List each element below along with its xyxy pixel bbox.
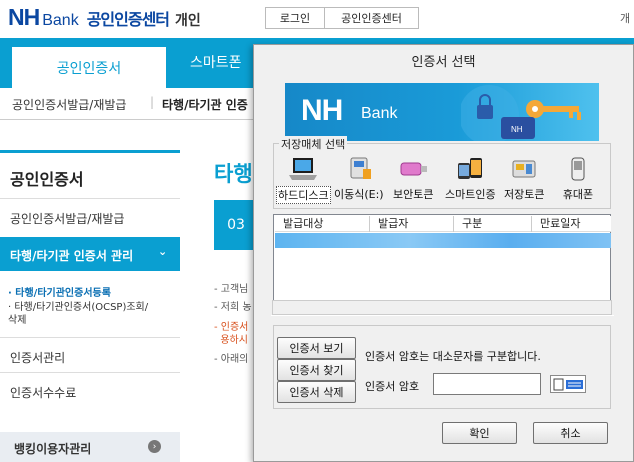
sidebar-subitem-register[interactable]: · 타행/타기관인증서등록 bbox=[8, 284, 111, 299]
find-certificate-button[interactable]: 인증서 찾기 bbox=[277, 359, 356, 381]
storage-token-icon bbox=[512, 160, 536, 178]
sidebar-title: 공인인증서 bbox=[0, 150, 180, 198]
svg-text:NH: NH bbox=[511, 125, 523, 134]
media-label: 이동식(E:) bbox=[334, 188, 384, 201]
sidebar-item-label: 타행/타기관 인증서 관리 bbox=[10, 249, 134, 263]
logo-nh: NH bbox=[8, 4, 40, 30]
service-name: 공인인증센터 bbox=[86, 10, 170, 29]
top-extra-text: 개 bbox=[620, 12, 631, 25]
sidebar-subitem-ocsp-label: · 타행/타기관인증서(OCSP)조회/ 삭제 bbox=[8, 302, 149, 326]
ok-button[interactable]: 확인 bbox=[442, 422, 517, 444]
password-hint: 인증서 암호는 대소문자를 구분합니다. bbox=[365, 350, 541, 363]
security-token-icon bbox=[400, 162, 428, 176]
certificate-row-selected[interactable] bbox=[275, 233, 611, 248]
nh-bank-banner: NH Bank NH bbox=[285, 83, 599, 141]
column-header-subject[interactable]: 발급대상 bbox=[275, 216, 370, 232]
sidebar-item-fee[interactable]: 인증서수수료 bbox=[10, 384, 76, 401]
breadcrumb-item-issue[interactable]: 공인인증서발급/재발급 bbox=[12, 96, 126, 113]
divider bbox=[0, 372, 180, 373]
nh-bank-logo[interactable]: NH Bank 공인인증센터 개인 bbox=[8, 4, 201, 30]
main-text-line: - 고객님 bbox=[214, 284, 249, 295]
arrow-right-icon: › bbox=[148, 440, 161, 453]
tab-smartphone[interactable]: 스마트폰 bbox=[190, 52, 242, 72]
media-harddisk[interactable]: 하드디스크 bbox=[276, 155, 331, 204]
key-lock-illustration-icon: NH bbox=[461, 85, 581, 141]
breadcrumb-item-other-bank[interactable]: 타행/타기관 인증 bbox=[162, 96, 248, 113]
sidebar-item-issue[interactable]: 공인인증서발급/재발급 bbox=[10, 210, 124, 227]
sidebar-item-other-bank[interactable]: 타행/타기관 인증서 관리 ⌄ bbox=[0, 237, 180, 271]
laptop-icon bbox=[289, 158, 318, 180]
column-header-expiry[interactable]: 만료일자 bbox=[532, 216, 611, 232]
main-text-line: - 저희 농 bbox=[214, 302, 252, 313]
divider bbox=[0, 198, 180, 199]
horizontal-scrollbar[interactable] bbox=[272, 300, 612, 315]
media-label: 저장토큰 bbox=[504, 188, 545, 201]
dialog-title[interactable]: 인증서 선택 bbox=[254, 45, 633, 75]
view-certificate-button[interactable]: 인증서 보기 bbox=[277, 337, 356, 359]
media-storage-token[interactable]: 저장토큰 bbox=[504, 155, 544, 202]
sidebar-title-text: 공인인증서 bbox=[10, 170, 84, 189]
media-label: 보안토큰 bbox=[393, 188, 434, 201]
cert-center-button[interactable]: 공인인증센터 bbox=[324, 7, 419, 29]
tab-certificate[interactable]: 공인인증서 bbox=[12, 47, 166, 88]
keyboard-icon bbox=[553, 378, 583, 391]
logo-bank: Bank bbox=[42, 12, 79, 29]
divider bbox=[0, 337, 180, 338]
main-text-line: - 아래의 bbox=[214, 354, 249, 365]
page-title: 타행 bbox=[214, 162, 253, 186]
password-label: 인증서 암호 bbox=[365, 380, 420, 393]
column-header-issuer[interactable]: 발급자 bbox=[370, 216, 454, 232]
media-removable[interactable]: 이동식(E:) bbox=[334, 155, 384, 202]
mode-label: 개인 bbox=[175, 13, 201, 29]
divider bbox=[271, 315, 614, 316]
media-label: 휴대폰 bbox=[562, 188, 594, 201]
sidebar-banking-user-label: 뱅킹이용자관리 bbox=[14, 442, 92, 456]
smartphone-icon bbox=[458, 158, 483, 179]
delete-certificate-button[interactable]: 인증서 삭제 bbox=[277, 381, 356, 403]
chevron-down-icon: ⌄ bbox=[158, 245, 168, 258]
password-input[interactable] bbox=[433, 373, 541, 395]
column-header-type[interactable]: 구분 bbox=[454, 216, 532, 232]
step-badge: 03 bbox=[214, 200, 258, 250]
certificate-select-dialog: 인증서 선택 NH Bank NH 저장매체 선택 하드디스크 이동식(E:) … bbox=[253, 44, 634, 462]
main-text-line: 용하시 bbox=[214, 335, 248, 346]
sidebar-banking-user[interactable]: 뱅킹이용자관리 › bbox=[0, 432, 180, 462]
usb-drive-icon bbox=[350, 157, 371, 179]
media-security-token[interactable]: 보안토큰 bbox=[393, 155, 433, 202]
sidebar-subitem-ocsp[interactable]: · 타행/타기관인증서(OCSP)조회/ 삭제 bbox=[8, 301, 178, 327]
certificate-list[interactable]: 발급대상 발급자 구분 만료일자 bbox=[273, 214, 611, 314]
login-button[interactable]: 로그인 bbox=[265, 7, 325, 29]
top-bar: NH Bank 공인인증센터 개인 로그인 공인인증센터 개 bbox=[0, 0, 634, 38]
media-label: 스마트인증 bbox=[445, 188, 496, 201]
certificate-list-header: 발급대상 발급자 구분 만료일자 bbox=[275, 216, 611, 232]
mobile-phone-icon bbox=[571, 157, 585, 181]
breadcrumb-separator: | bbox=[150, 95, 155, 109]
media-select-legend: 저장매체 선택 bbox=[279, 136, 348, 152]
media-mobile-phone[interactable]: 휴대폰 bbox=[562, 155, 594, 202]
virtual-keyboard-toggle[interactable] bbox=[550, 375, 586, 393]
sidebar-item-manage[interactable]: 인증서관리 bbox=[10, 349, 65, 366]
cancel-button[interactable]: 취소 bbox=[533, 422, 608, 444]
media-smart-auth[interactable]: 스마트인증 bbox=[445, 155, 496, 202]
banner-nh: NH bbox=[301, 94, 343, 127]
media-label: 하드디스크 bbox=[276, 186, 331, 204]
banner-bank: Bank bbox=[361, 105, 398, 122]
